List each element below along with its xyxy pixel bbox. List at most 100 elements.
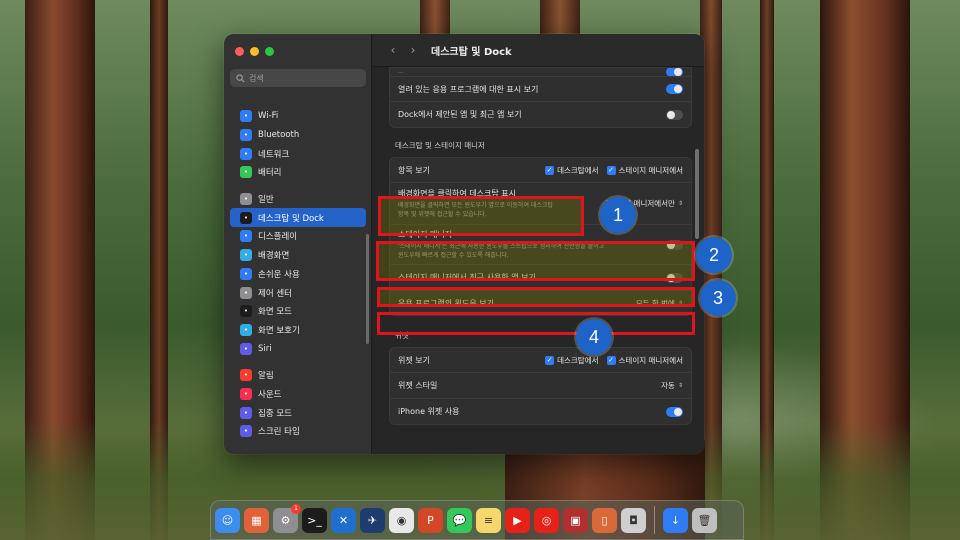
checkbox-on-desktop[interactable]: ✓ 데스크탑에서 bbox=[545, 355, 599, 366]
sidebar-list: • Wi-Fi • Bluetooth • 네트워크 • 배터리 • 일반 • 데스크탑 및 Dock… bbox=[224, 107, 372, 441]
sidebar-item-label: 데스크탑 및 Dock bbox=[258, 213, 324, 224]
sidebar-item-label: 제어 센터 bbox=[258, 288, 292, 299]
minimize-window-button[interactable] bbox=[250, 47, 259, 56]
settings-row-open-app-indicators: 열려 있는 응용 프로그램에 대한 표시 보기 bbox=[390, 77, 691, 102]
sidebar-item-0[interactable]: • Wi-Fi bbox=[230, 107, 366, 126]
sidebar-item-1[interactable]: • Bluetooth bbox=[230, 126, 366, 145]
suggested-apps-toggle[interactable] bbox=[666, 109, 683, 120]
chrome-icon[interactable]: ◉ bbox=[389, 507, 414, 533]
settings-row-cut: ... bbox=[390, 68, 691, 77]
widget-style-popup[interactable]: 자동 ⇕ bbox=[661, 380, 683, 391]
powerpoint-icon[interactable]: P bbox=[418, 507, 443, 533]
sidebar-item-label: 화면 모드 bbox=[258, 307, 292, 318]
sidebar-item-7[interactable]: • 배경화면 bbox=[230, 246, 366, 265]
vscode-icon[interactable]: ✕ bbox=[331, 507, 356, 533]
downloads-icon[interactable]: ↓ bbox=[663, 507, 688, 533]
search-input[interactable]: 검색 bbox=[230, 69, 366, 87]
youtube-icon[interactable]: ▶ bbox=[505, 507, 530, 533]
messages-icon[interactable]: 💬 bbox=[447, 507, 472, 533]
sidebar-item-12[interactable]: • Siri bbox=[230, 339, 366, 358]
moon-icon: • bbox=[240, 406, 252, 419]
highlight-box-1 bbox=[378, 196, 584, 236]
sidebar-item-4[interactable]: • 일반 bbox=[230, 190, 366, 209]
youtube-music-icon[interactable]: ◎ bbox=[534, 507, 559, 533]
photo-app-icon[interactable]: ▣ bbox=[563, 507, 588, 533]
screenshot-icon[interactable]: ◘ bbox=[621, 507, 646, 533]
settings-row-suggested-apps: Dock에서 제안된 앱 및 최근 앱 보기 bbox=[390, 102, 691, 127]
toggle-switch[interactable] bbox=[666, 68, 683, 76]
checkbox-in-stage-manager[interactable]: ✓ 스테이지 매니저에서 bbox=[606, 165, 683, 176]
globe-icon: • bbox=[240, 147, 252, 160]
row-label: 위젯 스타일 bbox=[398, 381, 438, 390]
iphone-widgets-toggle[interactable] bbox=[666, 406, 683, 417]
sidebar-item-label: 디스플레이 bbox=[258, 232, 298, 243]
checkmark-icon: ✓ bbox=[545, 165, 555, 175]
trash-icon[interactable]: 🗑 bbox=[692, 507, 717, 533]
row-label: iPhone 위젯 사용 bbox=[398, 407, 460, 416]
close-window-button[interactable] bbox=[235, 47, 244, 56]
dock-settings-group: ... 열려 있는 응용 프로그램에 대한 표시 보기 Dock에서 제안된 앱… bbox=[389, 67, 692, 128]
sidebar-item-label: 네트워크 bbox=[258, 149, 290, 160]
forward-button[interactable]: › bbox=[403, 43, 423, 57]
row-label: ... bbox=[398, 68, 404, 75]
back-button[interactable]: ‹ bbox=[383, 43, 403, 57]
checkbox-label: 데스크탑에서 bbox=[557, 355, 599, 365]
sidebar-item-10[interactable]: • 화면 모드 bbox=[230, 302, 366, 321]
sidebar-item-15[interactable]: • 집중 모드 bbox=[230, 403, 366, 422]
sidebar-item-5[interactable]: • 데스크탑 및 Dock bbox=[230, 208, 366, 228]
sidebar: 검색 • Wi-Fi • Bluetooth • 네트워크 • 배터리 • 일반 • 데스크탑 및 D… bbox=[224, 34, 372, 454]
checkbox-in-stage-manager[interactable]: ✓ 스테이지 매니저에서 bbox=[606, 355, 683, 366]
dock-icon: • bbox=[240, 211, 252, 224]
sidebar-item-label: Bluetooth bbox=[258, 130, 300, 141]
row-label: Dock에서 제안된 앱 및 최근 앱 보기 bbox=[398, 110, 522, 119]
iphone-mirroring-icon[interactable]: ▯ bbox=[592, 507, 617, 533]
sidebar-item-label: 집중 모드 bbox=[258, 408, 292, 419]
row-label: 항목 보기 bbox=[398, 165, 430, 175]
sidebar-item-label: 화면 보호기 bbox=[258, 325, 300, 336]
sidebar-item-13[interactable]: • 알림 bbox=[230, 366, 366, 385]
sidebar-item-11[interactable]: • 화면 보호기 bbox=[230, 321, 366, 340]
screensaver-icon: • bbox=[240, 323, 252, 336]
sidebar-item-label: 배터리 bbox=[258, 168, 282, 179]
gear-icon: • bbox=[240, 193, 252, 206]
sidebar-item-14[interactable]: • 사운드 bbox=[230, 385, 366, 404]
sidebar-item-6[interactable]: • 디스플레이 bbox=[230, 227, 366, 246]
sidebar-item-label: 손쉬운 사용 bbox=[258, 269, 300, 280]
sidebar-item-label: 배경화면 bbox=[258, 251, 290, 262]
siri-icon: • bbox=[240, 342, 252, 355]
row-label: 열려 있는 응용 프로그램에 대한 표시 보기 bbox=[398, 84, 539, 94]
content-scrollbar[interactable] bbox=[695, 149, 699, 239]
dock-separator bbox=[654, 506, 655, 534]
terminal-icon[interactable]: >_ bbox=[302, 507, 327, 533]
sidebar-item-8[interactable]: • 손쉬운 사용 bbox=[230, 265, 366, 284]
bird-app-icon[interactable]: ✈ bbox=[360, 507, 385, 533]
sidebar-scrollbar[interactable] bbox=[366, 234, 369, 344]
settings-row-show-widgets: 위젯 보기 ✓ 데스크탑에서 ✓ 스테이지 매니저에서 bbox=[390, 348, 691, 373]
sidebar-item-3[interactable]: • 배터리 bbox=[230, 163, 366, 182]
launchpad-icon[interactable]: ▦ bbox=[244, 507, 269, 533]
accessibility-icon: • bbox=[240, 267, 252, 280]
annotation-badge-1: 1 bbox=[600, 197, 636, 233]
annotation-badge-2: 2 bbox=[696, 237, 732, 273]
dock: ☺ ▦ ⚙ 1 >_ ✕ ✈ ◉ P 💬 ≡ ▶ ◎ ▣ ▯ ◘ ↓ 🗑 bbox=[210, 500, 744, 540]
system-settings-icon[interactable]: ⚙ 1 bbox=[273, 503, 301, 533]
notes-icon[interactable]: ≡ bbox=[476, 507, 501, 533]
checkbox-on-desktop[interactable]: ✓ 데스크탑에서 bbox=[545, 165, 599, 176]
zoom-window-button[interactable] bbox=[265, 47, 274, 56]
settings-row-widget-style: 위젯 스타일 자동 ⇕ bbox=[390, 373, 691, 399]
titlebar: ‹ › 데스크탑 및 Dock bbox=[373, 34, 704, 67]
show-items-checks: ✓ 데스크탑에서 ✓ 스테이지 매니저에서 bbox=[545, 165, 683, 176]
snowflake-icon: • bbox=[240, 249, 252, 262]
open-app-indicator-toggle[interactable] bbox=[666, 84, 683, 94]
sidebar-item-9[interactable]: • 제어 센터 bbox=[230, 283, 366, 302]
sidebar-item-label: 알림 bbox=[258, 371, 274, 382]
widgets-group: 위젯 보기 ✓ 데스크탑에서 ✓ 스테이지 매니저에서 위젯 스타일 자동 ⇕ iPh… bbox=[389, 347, 692, 425]
speaker-icon: • bbox=[240, 387, 252, 400]
bell-icon: • bbox=[240, 369, 252, 382]
annotation-badge-3: 3 bbox=[700, 280, 736, 316]
finder-icon[interactable]: ☺ bbox=[215, 507, 240, 533]
sidebar-item-label: Wi-Fi bbox=[258, 111, 279, 122]
sidebar-item-16[interactable]: • 스크린 타임 bbox=[230, 422, 366, 441]
sidebar-item-2[interactable]: • 네트워크 bbox=[230, 144, 366, 163]
